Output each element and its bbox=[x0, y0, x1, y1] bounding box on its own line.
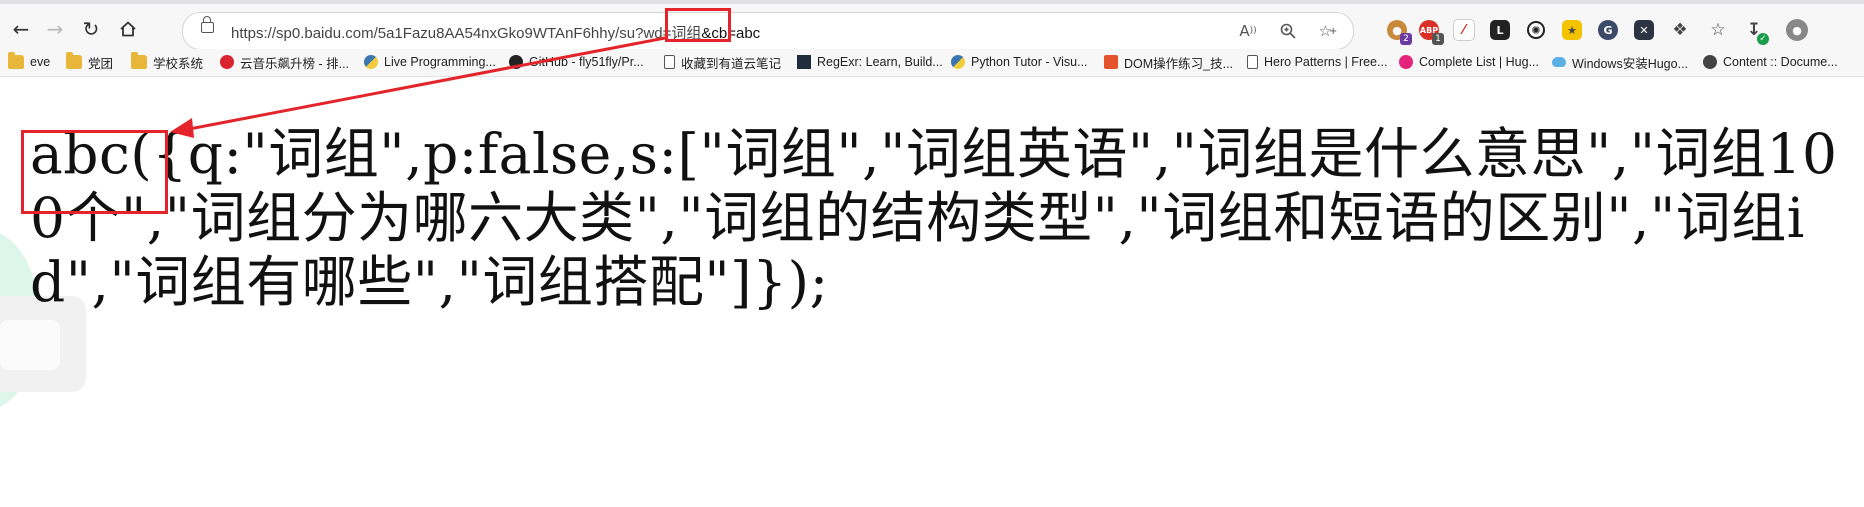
annotation-arrow bbox=[170, 36, 666, 138]
